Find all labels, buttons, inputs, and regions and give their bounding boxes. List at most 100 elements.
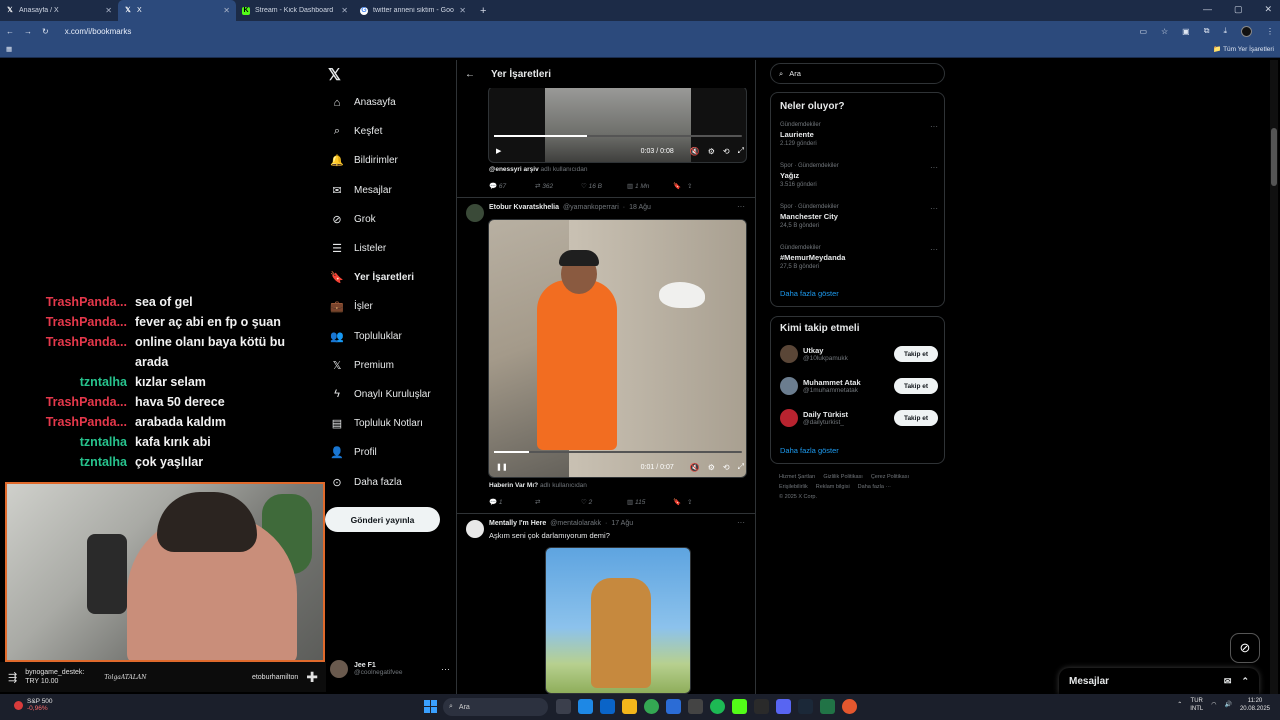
avatar[interactable] [780, 345, 798, 363]
video-progress[interactable] [494, 135, 742, 137]
pause-icon[interactable]: ❚❚ [496, 463, 508, 471]
steam-icon[interactable] [798, 699, 813, 714]
nav-item-topluluklar[interactable]: 👥 Topluluklar [326, 322, 446, 351]
avatar[interactable] [466, 204, 484, 222]
back-arrow-icon[interactable]: ← [465, 69, 475, 80]
maximize-icon[interactable]: ▢ [1234, 4, 1243, 15]
nav-item-topluluk-notları[interactable]: ▤ Topluluk Notları [326, 409, 446, 438]
x-logo-icon[interactable]: 𝕏 [328, 65, 341, 85]
wifi-icon[interactable]: ◠ [1211, 701, 1216, 709]
avatar[interactable] [780, 377, 798, 395]
more-icon[interactable]: ··· [930, 245, 938, 254]
avatar[interactable] [780, 409, 798, 427]
close-icon[interactable]: ✕ [105, 6, 112, 15]
mute-icon[interactable]: 🔇 [690, 463, 700, 472]
grok-icon[interactable]: ⊘ [1230, 633, 1260, 663]
more-icon[interactable]: ··· [737, 202, 745, 211]
speaker-icon[interactable]: 🔊 [1224, 701, 1231, 709]
nav-item-listeler[interactable]: ☰ Listeler [326, 234, 446, 263]
more-icon[interactable]: ··· [441, 664, 450, 674]
nav-item-keşfet[interactable]: ⌕ Keşfet [326, 117, 446, 146]
like-button[interactable]: ♡ 2 [581, 498, 619, 506]
fullscreen-icon[interactable]: ⤢ [738, 146, 744, 156]
follow-button[interactable]: Takip et [894, 378, 938, 394]
follow-suggestion[interactable]: Daily Türkist @dailyturkist_ Takip et [780, 409, 938, 427]
follow-suggestion[interactable]: Muhammet Atak @1muhammetatak Takip et [780, 377, 938, 395]
loop-icon[interactable]: ⟲ [723, 147, 730, 156]
nav-item-anasayfa[interactable]: ⌂ Anasayfa [326, 88, 446, 117]
nav-item-mesajlar[interactable]: ✉ Mesajlar [326, 176, 446, 205]
app-icon[interactable] [842, 699, 857, 714]
nav-item-grok[interactable]: ⊘ Grok [326, 205, 446, 234]
menu-icon[interactable]: ⋮ [1266, 27, 1274, 36]
edge-icon[interactable] [578, 699, 593, 714]
author-handle[interactable]: @mentalolarakk [550, 520, 601, 527]
scrollbar-thumb[interactable] [1271, 128, 1277, 186]
trend-item[interactable]: Spor · Gündemdekiler Yağız 3.516 gönderi ··… [780, 163, 938, 188]
extensions-icon[interactable]: ⧉ [1204, 26, 1210, 36]
nav-item-premium[interactable]: 𝕏 Premium [326, 351, 446, 380]
share-icon[interactable]: ⇪ [687, 498, 697, 506]
avatar[interactable] [466, 520, 484, 538]
show-more-link[interactable]: Daha fazla göster [780, 446, 839, 455]
excel-icon[interactable] [820, 699, 835, 714]
word-icon[interactable] [666, 699, 681, 714]
settings-icon[interactable]: ⚙ [708, 147, 715, 156]
mute-icon[interactable]: 🔇 [690, 147, 700, 156]
trend-item[interactable]: Spor · Gündemdekiler Manchester City 24,5 … [780, 204, 938, 229]
post-image[interactable] [545, 547, 691, 694]
reply-button[interactable]: 💬 67 [489, 182, 527, 190]
follow-suggestion[interactable]: Utkay @10lukpamukk Takip et [780, 345, 938, 363]
messages-drawer[interactable]: Mesajlar ✉ ⌃ [1059, 668, 1259, 694]
app-icon[interactable] [688, 699, 703, 714]
nav-item-onaylı-kuruluşlar[interactable]: ϟ Onaylı Kuruluşlar [326, 380, 446, 409]
chevron-up-icon[interactable]: ⌃ [1241, 676, 1249, 687]
more-icon[interactable]: ··· [737, 518, 745, 527]
close-window-icon[interactable]: ✕ [1264, 4, 1272, 15]
post-date[interactable]: 17 Ağu [611, 520, 633, 527]
author-handle[interactable]: @yamankoperrari [563, 204, 619, 211]
obs-icon[interactable] [754, 699, 769, 714]
share-icon[interactable]: ⇪ [687, 182, 697, 190]
reload-icon[interactable]: ↻ [42, 27, 49, 36]
nav-item-daha-fazla[interactable]: ⊙ Daha fazla [326, 467, 446, 496]
bookmark-icon[interactable]: 🔖 [673, 182, 687, 190]
close-icon[interactable]: ✕ [459, 6, 466, 15]
chevron-up-icon[interactable]: ⌃ [1177, 701, 1182, 709]
chrome-icon[interactable] [644, 699, 659, 714]
attribution-user[interactable]: @enessyri arşiv [489, 166, 539, 173]
post-button[interactable]: Gönderi yayınla [325, 507, 440, 532]
account-switcher[interactable]: Jee F1 @coolnegatifvee ··· [330, 660, 450, 678]
attribution-user[interactable]: Haberin Var Mı? [489, 482, 538, 489]
repost-button[interactable]: ⇄ [535, 498, 573, 506]
discord-icon[interactable] [776, 699, 791, 714]
forward-icon[interactable]: → [24, 27, 32, 36]
nav-item-profil[interactable]: 👤 Profil [326, 438, 446, 467]
like-button[interactable]: ♡ 16 B [581, 182, 619, 190]
clock[interactable]: 11:20 20.08.2025 [1240, 697, 1270, 713]
loop-icon[interactable]: ⟲ [723, 463, 730, 472]
trend-item[interactable]: Gündemdekiler Lauriente 2.129 gönderi ··· [780, 122, 938, 147]
footer-link[interactable]: Daha fazla ··· [858, 484, 891, 490]
tab-x[interactable]: 𝕏 X ✕ [118, 0, 236, 21]
footer-link[interactable]: Erişilebilirlik [779, 484, 808, 490]
store-icon[interactable] [600, 699, 615, 714]
settings-icon[interactable]: ⚙ [708, 463, 715, 472]
star-icon[interactable]: ☆ [1161, 27, 1168, 36]
url-field[interactable]: x.com/i/bookmarks [65, 27, 1130, 36]
post-video[interactable] [488, 219, 747, 478]
reply-button[interactable]: 💬 1 [489, 498, 527, 506]
more-icon[interactable]: ··· [930, 163, 938, 172]
footer-link[interactable]: Çerez Politikası [871, 474, 909, 480]
all-bookmarks-folder[interactable]: 📁 Tüm Yer İşaretleri [1213, 45, 1274, 53]
play-icon[interactable]: ▶ [496, 147, 501, 155]
new-message-icon[interactable]: ✉ [1224, 676, 1232, 687]
back-icon[interactable]: ← [6, 27, 14, 36]
footer-link[interactable]: Reklam bilgisi [816, 484, 850, 490]
footer-link[interactable]: © 2025 X Corp. [779, 494, 817, 500]
bookmark-icon[interactable]: 🔖 [673, 498, 687, 506]
nav-item-i-şler[interactable]: 💼 İşler [326, 292, 446, 321]
video-progress[interactable] [494, 451, 742, 453]
trend-item[interactable]: Gündemdekiler #MemurMeydanda 27,5 B gönder… [780, 245, 938, 270]
tab-anasayfa[interactable]: 𝕏 Anasayfa / X ✕ [0, 0, 118, 21]
